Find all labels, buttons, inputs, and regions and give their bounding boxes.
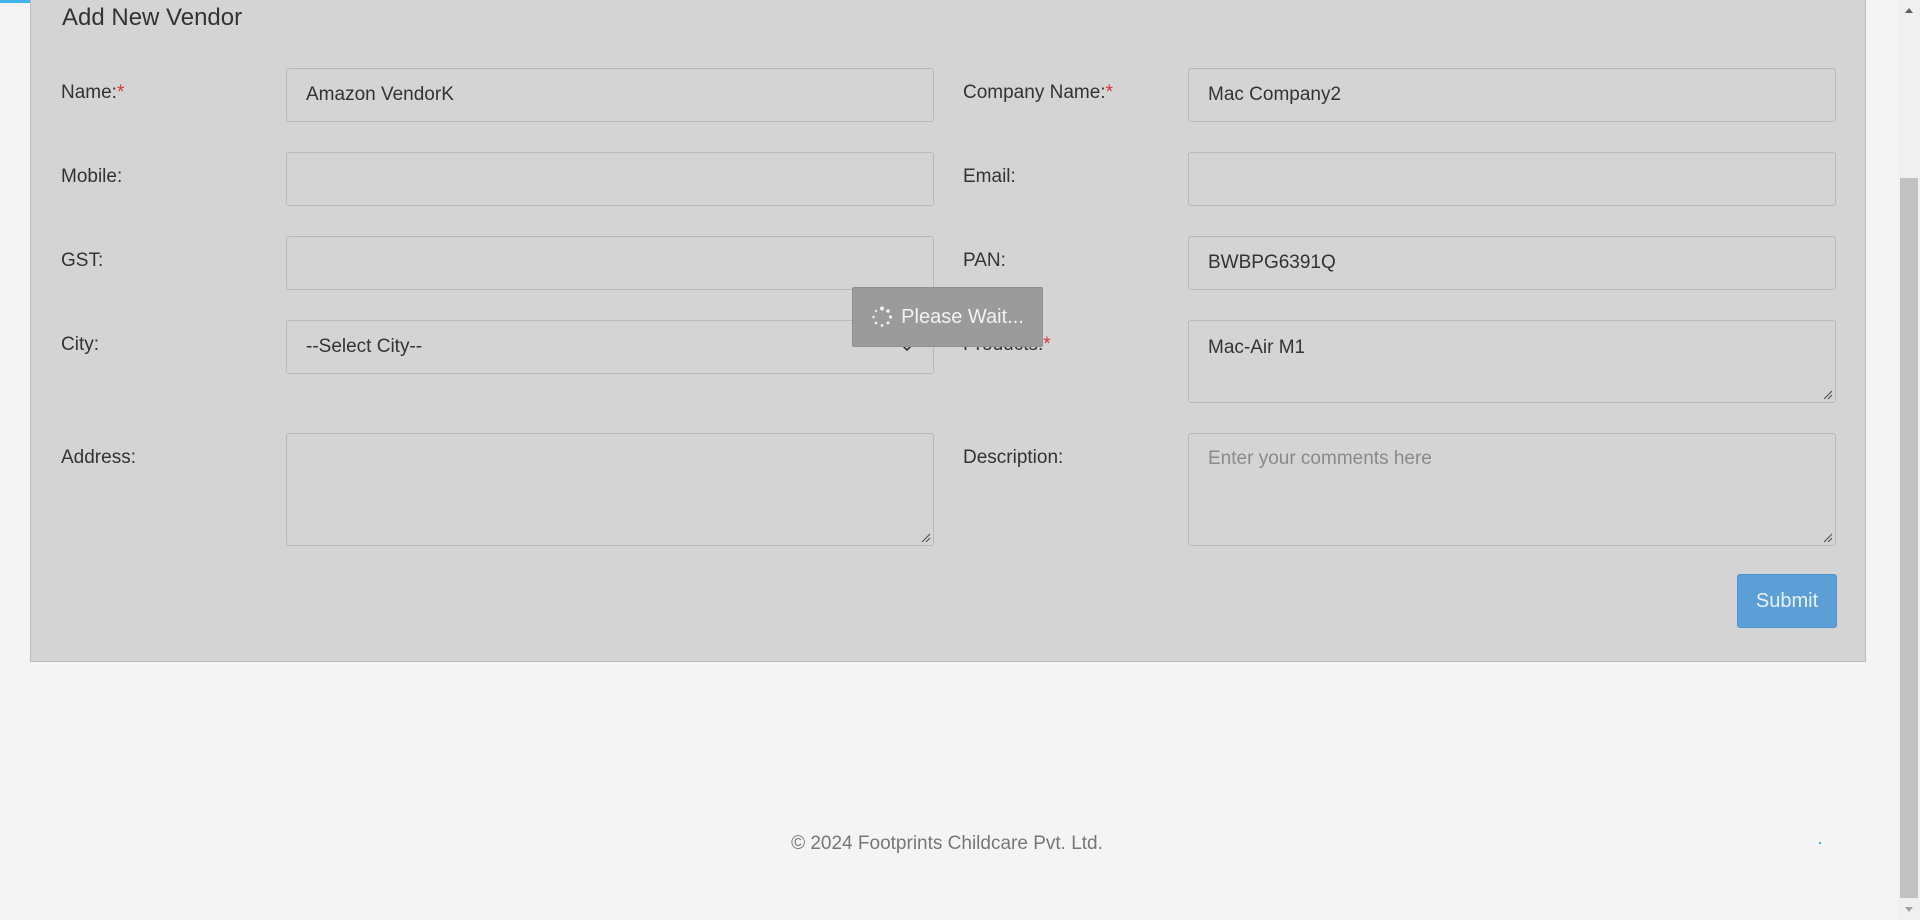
- city-select-value: --Select City--: [306, 336, 423, 357]
- description-placeholder: Enter your comments here: [1208, 448, 1432, 469]
- footer-dot: [1819, 842, 1821, 844]
- name-label: Name:*: [61, 82, 125, 103]
- resize-grip-icon[interactable]: [919, 531, 931, 543]
- products-value: Mac-Air M1: [1208, 337, 1306, 358]
- products-textarea[interactable]: Mac-Air M1: [1188, 320, 1836, 403]
- gst-input[interactable]: [286, 236, 934, 290]
- email-label: Email:: [963, 166, 1016, 187]
- company-name-label: Company Name:*: [963, 82, 1113, 103]
- required-mark: *: [116, 82, 125, 103]
- gst-label: GST:: [61, 250, 104, 271]
- scrollbar-thumb[interactable]: [1900, 178, 1918, 898]
- pan-input[interactable]: BWBPG6391Q: [1188, 236, 1836, 290]
- submit-button[interactable]: Submit: [1737, 574, 1837, 628]
- page-title: Add New Vendor: [62, 4, 243, 31]
- name-input[interactable]: Amazon VendorK: [286, 68, 934, 122]
- resize-grip-icon[interactable]: [1821, 531, 1833, 543]
- description-textarea[interactable]: Enter your comments here: [1188, 433, 1836, 546]
- city-label: City:: [61, 334, 99, 355]
- address-label: Address:: [61, 447, 136, 468]
- description-label: Description:: [963, 447, 1064, 468]
- company-name-input[interactable]: Mac Company2: [1188, 68, 1836, 122]
- scrollbar[interactable]: [1898, 0, 1920, 920]
- resize-grip-icon[interactable]: [1821, 388, 1833, 400]
- spinner-icon: [872, 306, 893, 327]
- please-wait-text: Please Wait...: [901, 305, 1024, 328]
- scroll-down-icon[interactable]: [1898, 902, 1920, 918]
- city-select[interactable]: --Select City--: [286, 320, 934, 374]
- mobile-input[interactable]: [286, 152, 934, 206]
- mobile-label: Mobile:: [61, 166, 123, 187]
- footer-copyright: © 2024 Footprints Childcare Pvt. Ltd.: [791, 833, 1103, 854]
- scroll-up-icon[interactable]: [1898, 2, 1920, 18]
- address-textarea[interactable]: [286, 433, 934, 546]
- required-mark: *: [1043, 334, 1051, 355]
- email-input[interactable]: [1188, 152, 1836, 206]
- pan-label: PAN:: [963, 250, 1006, 271]
- please-wait-overlay: Please Wait...: [852, 287, 1043, 347]
- required-mark: *: [1105, 82, 1113, 103]
